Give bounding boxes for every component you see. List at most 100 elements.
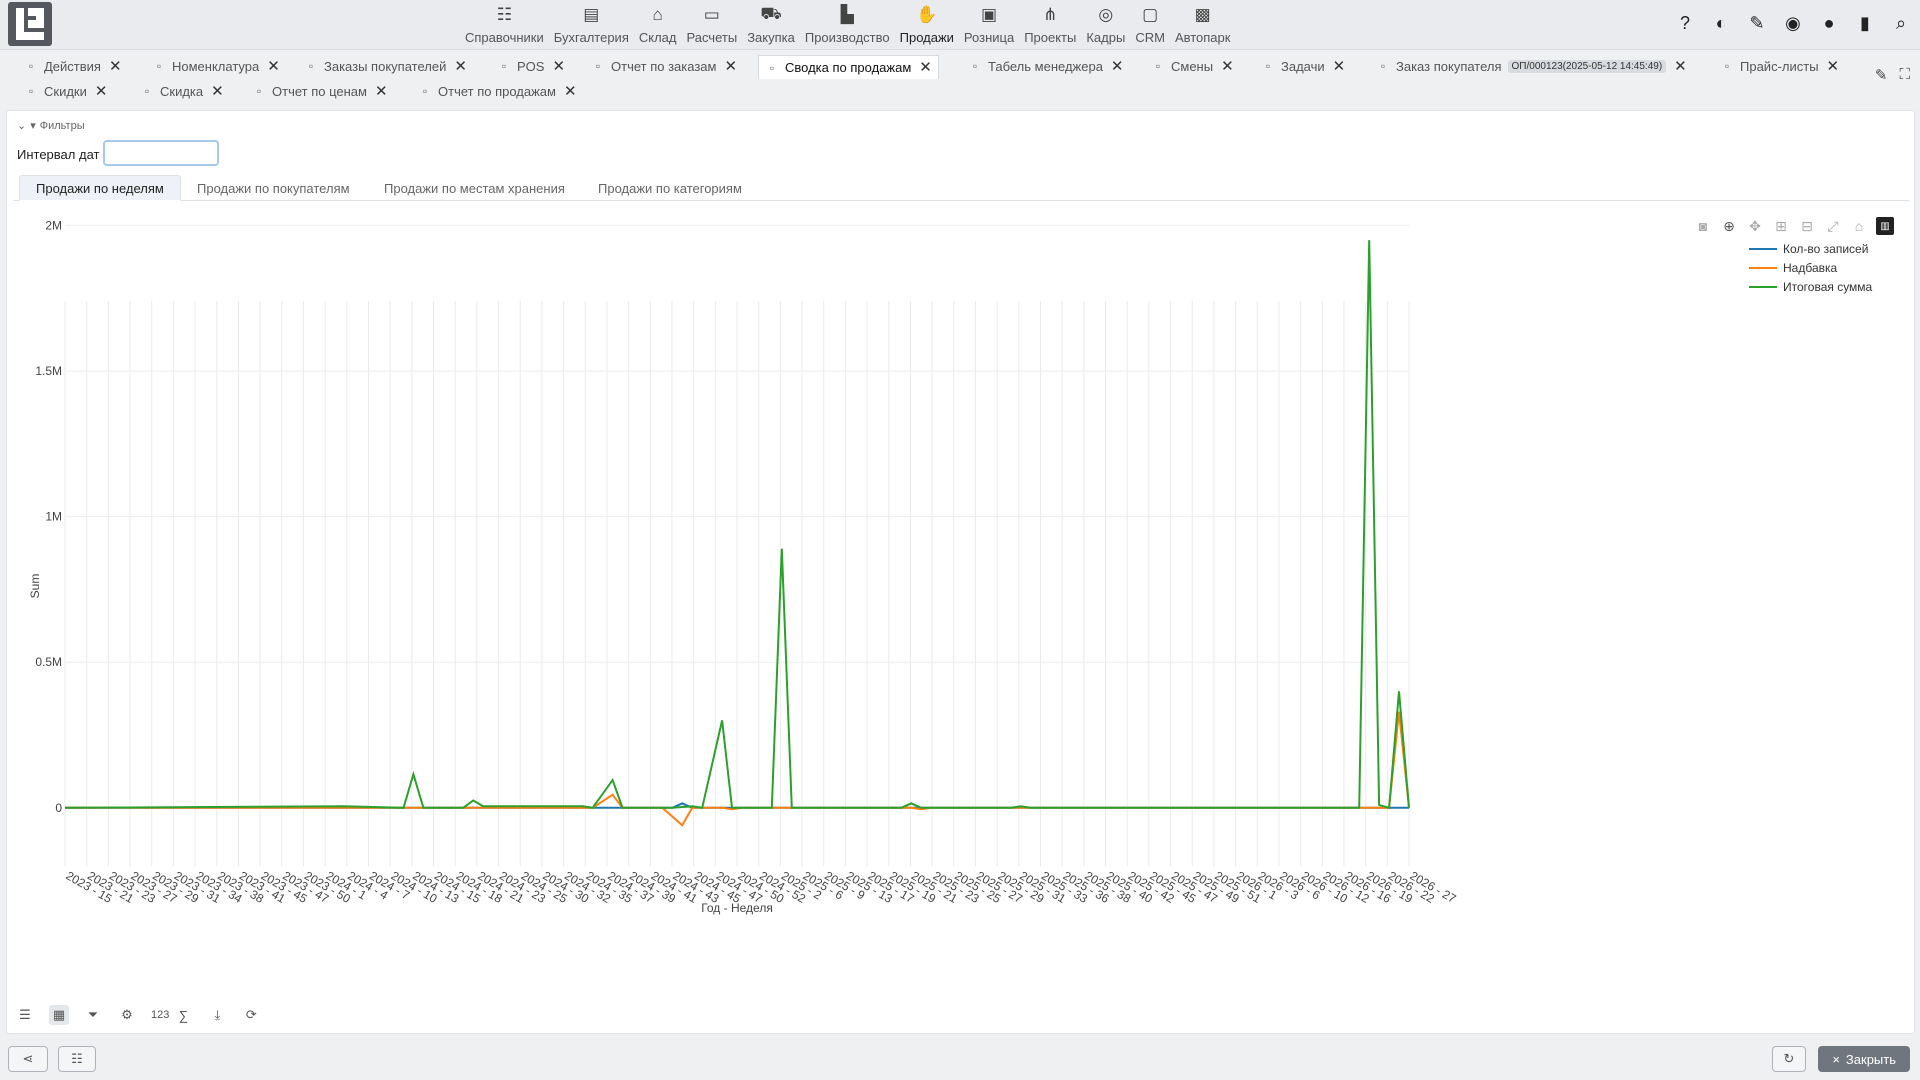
- eye-icon[interactable]: ◉: [1782, 12, 1804, 34]
- legend-label: Кол-во записей: [1783, 241, 1869, 256]
- nav-item-8[interactable]: ⋔ Проекты: [1019, 0, 1081, 50]
- theme-contrast-icon[interactable]: ◐: [1710, 12, 1732, 34]
- tab-close-icon[interactable]: ✕: [1221, 59, 1234, 74]
- count-toggle[interactable]: 123: [151, 1005, 169, 1025]
- pin-icon[interactable]: ✎: [1746, 12, 1768, 34]
- sum-toggle[interactable]: ∑: [173, 1005, 193, 1025]
- tab-row1-9[interactable]: ▫ Заказ покупателя ОП/000123(2025-05-12 14…: [1370, 55, 1693, 77]
- plotly-logo-icon[interactable]: ▥: [1876, 217, 1894, 235]
- tab-row1-0[interactable]: ▫ Действия ✕: [18, 55, 128, 77]
- tab-row2-3[interactable]: ▫ Отчет по продажам ✕: [412, 80, 583, 102]
- tab-close-icon[interactable]: ✕: [1827, 59, 1840, 74]
- subtab-1[interactable]: Продажи по покупателям: [181, 175, 366, 201]
- filter-icon[interactable]: ⏷: [83, 1005, 103, 1025]
- nav-item-7[interactable]: ▣ Розница: [959, 0, 1019, 50]
- nav-item-9[interactable]: ◎ Кадры: [1081, 0, 1130, 50]
- tab-close-icon[interactable]: ✕: [1333, 59, 1346, 74]
- edit-icon[interactable]: ✎: [1875, 66, 1888, 84]
- tab-close-icon[interactable]: ✕: [454, 59, 467, 74]
- reload-button[interactable]: ↻: [1772, 1046, 1806, 1072]
- tab-row2-2[interactable]: ▫ Отчет по ценам ✕: [246, 80, 394, 102]
- tab-type-icon: ▫: [972, 59, 978, 73]
- filters-toggle[interactable]: ⌄ ▾ Фильтры: [17, 119, 85, 133]
- tab-label: Действия: [44, 58, 101, 74]
- zoom-in-icon[interactable]: ⊞: [1772, 217, 1790, 235]
- nav-item-1[interactable]: ▤ Бухгалтерия: [549, 0, 634, 50]
- nav-item-label: Бухгалтерия: [553, 30, 629, 45]
- tab-close-icon[interactable]: ✕: [1674, 59, 1687, 74]
- factory-icon: ▙: [840, 5, 854, 24]
- settings-button[interactable]: ☷: [58, 1046, 96, 1072]
- zoom-icon[interactable]: ⊕: [1720, 217, 1738, 235]
- lock-icon[interactable]: ▮: [1854, 12, 1876, 34]
- nav-item-5[interactable]: ▙ Производство: [800, 0, 895, 50]
- nav-item-label: Производство: [804, 30, 890, 45]
- tab-row2-0[interactable]: ▫ Скидки ✕: [18, 80, 113, 102]
- tab-close-icon[interactable]: ✕: [375, 84, 388, 99]
- chat-icon[interactable]: ●: [1818, 12, 1840, 34]
- list-view-icon[interactable]: ☰: [15, 1005, 35, 1025]
- tab-row1-4[interactable]: ▫ Отчет по заказам ✕: [585, 55, 743, 77]
- nav-item-11[interactable]: ▩ Автопарк: [1170, 0, 1236, 50]
- tab-row1-10[interactable]: ▫ Прайс-листы ✕: [1714, 55, 1845, 77]
- tab-row1-2[interactable]: ▫ Заказы покупателей ✕: [298, 55, 473, 77]
- tab-close-icon[interactable]: ✕: [109, 59, 122, 74]
- tab-row1-1[interactable]: ▫ Номенклатура ✕: [146, 55, 286, 77]
- y-tick-label: 0: [55, 801, 62, 815]
- share-icon: ⋖: [22, 1051, 34, 1066]
- grid-view-icon[interactable]: ▦: [49, 1005, 69, 1025]
- fullscreen-icon[interactable]: ⛶: [1899, 66, 1910, 84]
- settings-icon[interactable]: ⚙: [117, 1005, 137, 1025]
- tab-close-icon[interactable]: ✕: [95, 84, 108, 99]
- zoom-out-icon[interactable]: ⊟: [1798, 217, 1816, 235]
- tab-close-icon[interactable]: ✕: [1111, 59, 1124, 74]
- tab-row1-7[interactable]: ▫ Смены ✕: [1145, 55, 1240, 77]
- tab-row1-6[interactable]: ▫ Табель менеджера ✕: [962, 55, 1130, 77]
- nav-item-label: Розница: [963, 30, 1015, 45]
- nav-item-4[interactable]: ⛟ Закупка: [742, 0, 800, 50]
- report-subtabs: Продажи по неделям Продажи по покупателям…: [13, 175, 1909, 201]
- tab-row1-3[interactable]: ▫ POS ✕: [491, 55, 571, 77]
- legend-label: Надбавка: [1783, 260, 1838, 275]
- subtab-3[interactable]: Продажи по категориям: [582, 175, 758, 201]
- tab-row1-5[interactable]: ▫ Сводка по продажам ✕: [758, 55, 939, 79]
- nav-item-3[interactable]: ▭ Расчеты: [681, 0, 742, 50]
- download-icon[interactable]: ⤓: [207, 1005, 227, 1025]
- tab-label: Заказы покупателей: [324, 58, 447, 74]
- tab-type-icon: ▫: [1265, 59, 1271, 73]
- nav-item-10[interactable]: ▢ CRM: [1130, 0, 1170, 50]
- subtab-2[interactable]: Продажи по местам хранения: [368, 175, 581, 201]
- search-icon[interactable]: ⌕: [1890, 12, 1912, 34]
- tab-row2-1[interactable]: ▫ Скидка ✕: [134, 80, 230, 102]
- tab-row1-8[interactable]: ▫ Задачи ✕: [1255, 55, 1351, 77]
- nav-item-0[interactable]: ☷ Справочники: [460, 0, 549, 50]
- home-icon[interactable]: ⌂: [1850, 217, 1868, 235]
- tab-close-icon[interactable]: ✕: [552, 59, 565, 74]
- top-navigation-bar: ☷ Справочники ▤ Бухгалтерия ⌂ Склад ▭ Расчеты ⛟ З…: [0, 0, 1920, 50]
- help-icon[interactable]: ?: [1674, 12, 1696, 34]
- subtab-0[interactable]: Продажи по неделям: [19, 175, 181, 201]
- filter-icon: ▾: [30, 120, 36, 132]
- date-interval-input[interactable]: [103, 140, 219, 166]
- tab-close-icon[interactable]: ✕: [919, 60, 932, 75]
- camera-icon[interactable]: ◙: [1694, 217, 1712, 235]
- legend-item[interactable]: Итоговая сумма: [1749, 277, 1872, 296]
- share-button[interactable]: ⋖: [8, 1046, 48, 1072]
- tab-label: Номенклатура: [172, 58, 260, 74]
- nav-item-2[interactable]: ⌂ Склад: [634, 0, 682, 50]
- tab-label: Прайс-листы: [1740, 58, 1819, 74]
- tab-close-icon[interactable]: ✕: [564, 84, 577, 99]
- app-logo[interactable]: [8, 2, 52, 46]
- legend-item[interactable]: Надбавка: [1749, 258, 1872, 277]
- nav-item-6[interactable]: ✋ Продажи: [895, 0, 959, 50]
- tab-close-icon[interactable]: ✕: [211, 84, 224, 99]
- pan-icon[interactable]: ✥: [1746, 217, 1764, 235]
- tab-close-icon[interactable]: ✕: [267, 59, 280, 74]
- legend-item[interactable]: Кол-во записей: [1749, 239, 1872, 258]
- tab-close-icon[interactable]: ✕: [724, 59, 737, 74]
- tab-label: Задачи: [1281, 58, 1325, 74]
- close-button[interactable]: × Закрыть: [1818, 1046, 1910, 1072]
- refresh-icon[interactable]: ⟳: [241, 1005, 261, 1025]
- autoscale-icon[interactable]: ⤢: [1824, 217, 1842, 235]
- sales-hand-icon: ✋: [916, 5, 938, 24]
